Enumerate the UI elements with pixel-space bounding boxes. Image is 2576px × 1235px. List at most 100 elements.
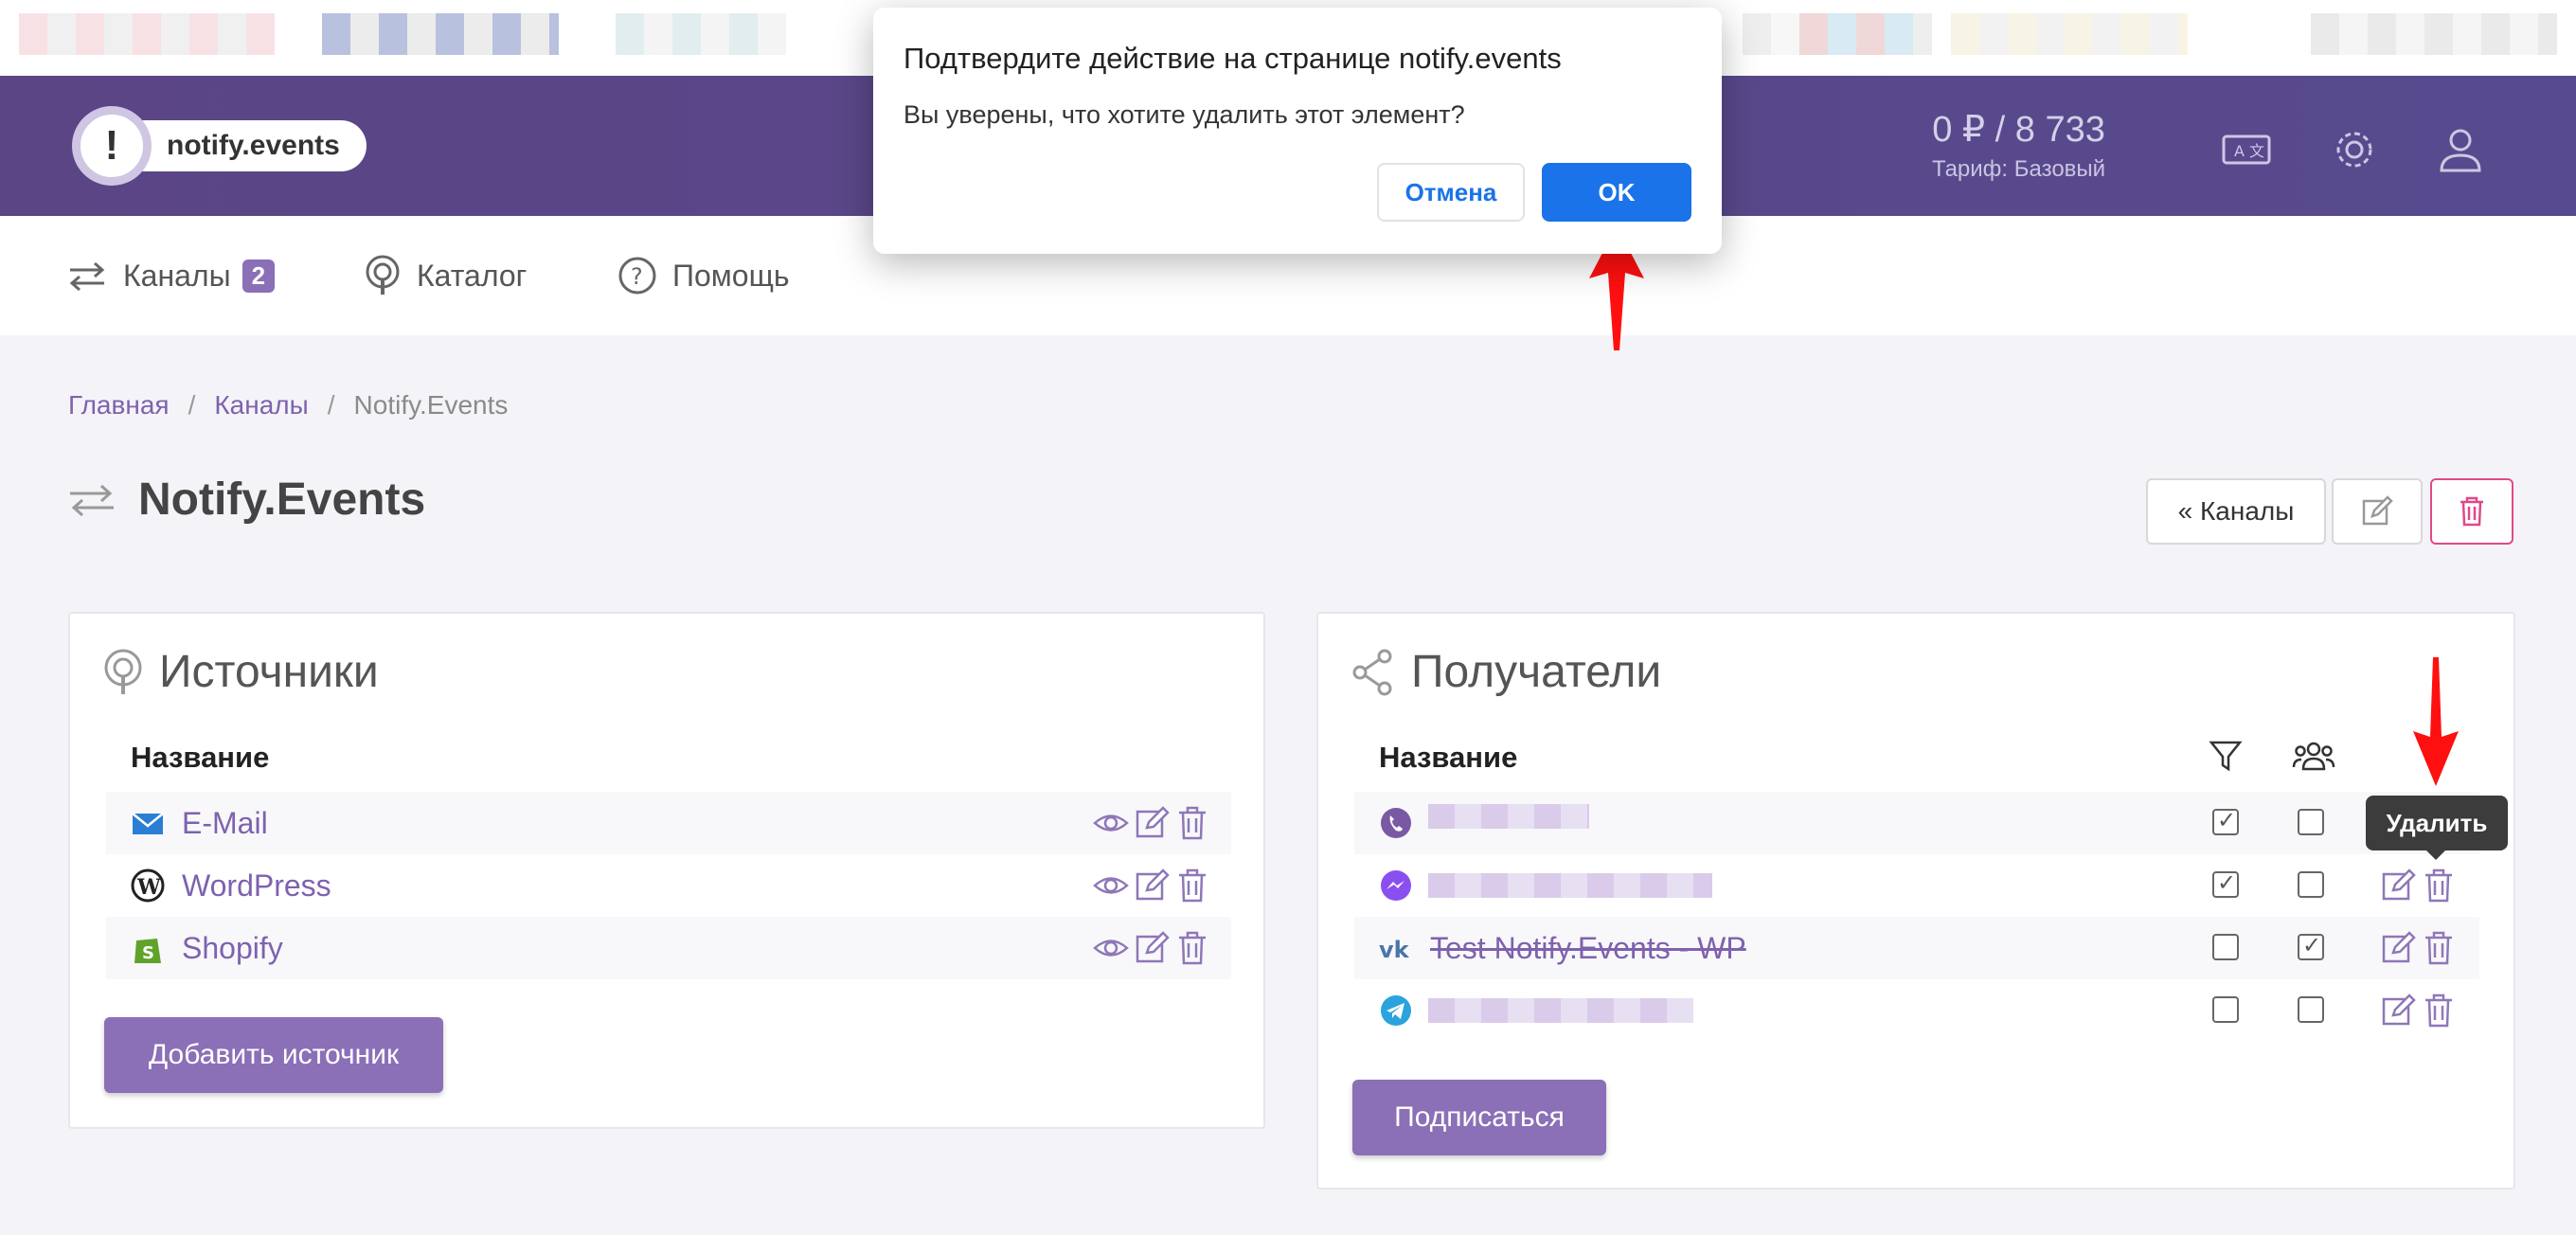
source-actions: [1093, 930, 1208, 966]
nav-item-help[interactable]: ? Помощь: [617, 250, 790, 301]
translate-icon[interactable]: A 文: [2220, 123, 2273, 176]
trash-icon[interactable]: [2423, 993, 2455, 1029]
filter-checkbox[interactable]: [2212, 934, 2239, 960]
group-icon: [2292, 742, 2335, 771]
breadcrumb-current: Notify.Events: [353, 390, 509, 420]
source-row: S Shopify: [106, 917, 1231, 979]
svg-text:S: S: [142, 943, 154, 963]
blurred-recipient-name: [1428, 998, 1693, 1023]
sources-column-name: Название: [131, 741, 270, 774]
group-checkbox[interactable]: [2298, 871, 2324, 898]
add-source-button[interactable]: Добавить источник: [104, 1017, 443, 1093]
logo-mark: !: [72, 106, 152, 186]
confirm-dialog: Подтвердите действие на странице notify.…: [873, 8, 1722, 254]
breadcrumb-home[interactable]: Главная: [68, 390, 170, 420]
source-label[interactable]: Shopify: [182, 931, 283, 966]
edit-icon: [2362, 495, 2393, 526]
dialog-cancel-button[interactable]: Отмена: [1377, 163, 1525, 222]
group-checkbox[interactable]: [2298, 809, 2324, 835]
edit-icon[interactable]: [1135, 805, 1171, 841]
recipient-actions: [2381, 993, 2455, 1029]
trash-icon[interactable]: [1176, 805, 1208, 841]
breadcrumb: Главная / Каналы / Notify.Events: [68, 390, 509, 420]
back-to-channels-button[interactable]: « Каналы: [2146, 478, 2326, 545]
source-actions: [1093, 805, 1208, 841]
recipients-column-name: Название: [1379, 741, 1518, 774]
trash-icon[interactable]: [2423, 930, 2455, 966]
source-row: E-Mail: [106, 792, 1231, 854]
podcast-icon: [366, 255, 400, 295]
trash-icon: [2460, 496, 2483, 527]
shopify-icon: S: [134, 939, 161, 963]
recipients-title: Получатели: [1351, 646, 1661, 698]
subscribe-button[interactable]: Подписаться: [1352, 1080, 1606, 1155]
group-checkbox[interactable]: [2298, 932, 2324, 960]
source-label[interactable]: E-Mail: [182, 806, 268, 841]
page-title: Notify.Events: [138, 474, 426, 525]
blurred-recipient-name: [1428, 873, 1712, 898]
dialog-title: Подтвердите действие на странице notify.…: [903, 42, 1562, 75]
edit-icon[interactable]: [2381, 993, 2417, 1029]
svg-text:?: ?: [631, 263, 643, 290]
channels-count-badge: 2: [242, 259, 276, 293]
nav-item-channels[interactable]: Каналы 2: [66, 250, 276, 301]
swap-arrows-icon: [70, 484, 114, 516]
svg-text:W: W: [136, 875, 161, 900]
swap-arrows-icon: [69, 261, 105, 292]
wordpress-icon: W: [131, 868, 165, 903]
filter-checkbox[interactable]: [2212, 996, 2239, 1023]
balance-amount: 0 ₽ / 8 733: [1932, 110, 2105, 150]
balance-widget[interactable]: 0 ₽ / 8 733 Тариф: Базовый: [1932, 108, 2105, 183]
source-label[interactable]: WordPress: [182, 868, 331, 904]
nav-help-label: Помощь: [672, 258, 790, 293]
nav-catalog-label: Каталог: [417, 258, 528, 293]
trash-icon[interactable]: [2423, 868, 2455, 904]
nav-channels-label: Каналы: [123, 258, 231, 293]
dialog-message: Вы уверены, что хотите удалить этот элем…: [903, 100, 1465, 129]
eye-icon[interactable]: [1093, 805, 1129, 841]
blurred-recipient-name: [1428, 804, 1589, 829]
recipient-label[interactable]: Test Notify.Events - WP: [1430, 931, 1746, 966]
podcast-icon: [104, 649, 142, 694]
trash-icon[interactable]: [1176, 930, 1208, 966]
page-title-row: Notify.Events: [66, 474, 425, 526]
svg-text:文: 文: [2249, 142, 2264, 160]
edit-icon[interactable]: [1135, 930, 1171, 966]
filter-icon: [2209, 741, 2243, 772]
viber-icon: [1381, 808, 1411, 838]
logo[interactable]: ! notify.events: [72, 104, 367, 188]
user-icon[interactable]: [2434, 123, 2487, 176]
sources-card: Источники Название E-Mail W WordPress S …: [68, 612, 1265, 1129]
vk-icon: vk: [1379, 937, 1410, 963]
edit-icon[interactable]: [1135, 868, 1171, 904]
svg-text:A: A: [2234, 142, 2245, 160]
messenger-icon: [1381, 870, 1411, 901]
trash-icon[interactable]: [1176, 868, 1208, 904]
gear-icon[interactable]: [2328, 123, 2381, 176]
svg-text:vk: vk: [1379, 937, 1410, 963]
help-icon: ?: [618, 257, 656, 295]
edit-icon[interactable]: [2381, 868, 2417, 904]
dialog-ok-button[interactable]: OK: [1542, 163, 1691, 222]
edit-icon[interactable]: [2381, 930, 2417, 966]
edit-channel-button[interactable]: [2332, 478, 2423, 545]
telegram-icon: [1381, 995, 1411, 1026]
tariff-label: Тариф: Базовый: [1932, 156, 2106, 182]
nav-item-catalog[interactable]: Каталог: [364, 250, 527, 301]
sources-title: Источники: [102, 646, 379, 698]
delete-tooltip: Удалить: [2366, 796, 2508, 860]
eye-icon[interactable]: [1093, 930, 1129, 966]
annotation-arrow-down-icon: [2413, 657, 2459, 786]
eye-icon[interactable]: [1093, 868, 1129, 904]
email-icon: [132, 813, 164, 834]
group-checkbox[interactable]: [2298, 996, 2324, 1023]
filter-checkbox[interactable]: [2212, 807, 2239, 835]
source-row: W WordPress: [106, 854, 1231, 917]
logo-text: notify.events: [119, 120, 367, 171]
delete-channel-button[interactable]: [2430, 478, 2513, 545]
filter-checkbox[interactable]: [2212, 869, 2239, 898]
recipient-actions: [2381, 868, 2455, 904]
recipients-card: Получатели Название vk Test Notify.Event…: [1316, 612, 2515, 1190]
share-icon: [1352, 649, 1392, 695]
breadcrumb-channels[interactable]: Каналы: [214, 390, 308, 420]
